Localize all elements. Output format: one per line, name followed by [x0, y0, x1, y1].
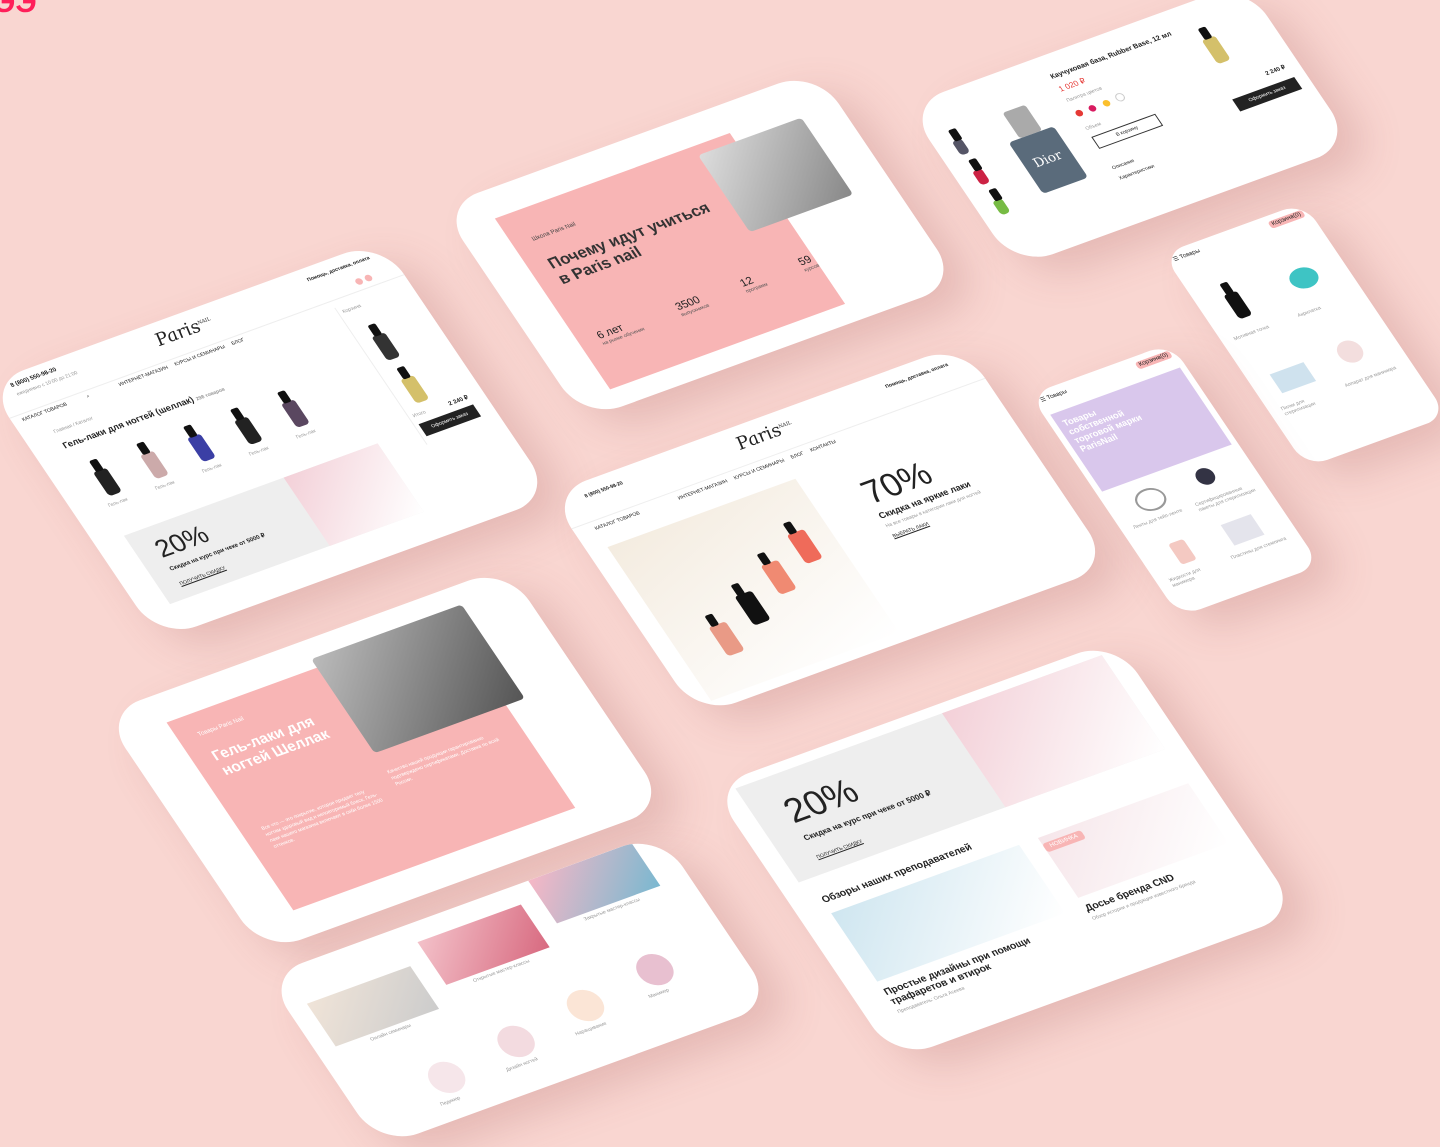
- site-logo[interactable]: ParisNAIL: [151, 312, 218, 350]
- category-design[interactable]: [490, 1021, 542, 1062]
- brand-corner-mark: ЭЭ: [0, 0, 37, 19]
- grid-label: Ленты для тейп-ленте: [1131, 507, 1184, 531]
- course-image: [417, 904, 550, 985]
- stat-years: 6 лет на рынке обучения: [594, 322, 647, 347]
- hero-bottle: [760, 559, 798, 595]
- product-label: Гель-лак: [247, 445, 271, 458]
- product-card[interactable]: [139, 450, 170, 480]
- product-label: Гель-лак: [294, 428, 318, 441]
- cart-badge[interactable]: Корзина(0): [1267, 209, 1306, 229]
- checkout-button[interactable]: Оформить заказ: [418, 404, 482, 437]
- course-card[interactable]: Открытые мастер-классы: [417, 904, 562, 1002]
- category-pedicure[interactable]: [420, 1057, 473, 1098]
- swatch[interactable]: [1101, 99, 1112, 108]
- nav-item-blog[interactable]: БЛОГ: [230, 337, 246, 347]
- screen-why: Школа Paris Nail Почему идут учиться в P…: [440, 69, 960, 421]
- cart-total: 2 240 ₽: [1264, 64, 1288, 77]
- grid-label: Акрилатка: [1296, 305, 1323, 319]
- header-phone[interactable]: 8 (800) 550-98-20: [583, 480, 624, 499]
- cart-item[interactable]: [1201, 35, 1231, 65]
- product-card[interactable]: [280, 399, 311, 429]
- blog-promo-link[interactable]: ПОЛУЧИТЬ СКИДКУ: [815, 839, 864, 861]
- hero-bottle: [708, 621, 745, 657]
- product-card[interactable]: [186, 433, 217, 463]
- grid-label: Сертифицированные пакеты для стерилизаци…: [1193, 485, 1258, 514]
- new-badge: НОВИНКА: [1041, 829, 1087, 853]
- category-extension[interactable]: [559, 985, 612, 1026]
- cart-panel: Корзина Итого 2 240 ₽ Оформить заказ: [334, 285, 490, 445]
- why-eyebrow: Школа Paris Nail: [530, 221, 578, 243]
- thumb[interactable]: [972, 168, 991, 186]
- checkout-button[interactable]: Оформить заказ: [1232, 76, 1303, 112]
- swatch[interactable]: [1113, 91, 1128, 103]
- cart-total-label: Итого: [411, 409, 428, 420]
- why-title: Почему идут учиться в Paris nail: [544, 199, 714, 288]
- grid-item[interactable]: [1284, 263, 1324, 293]
- category-manicure[interactable]: [629, 949, 681, 990]
- swatch[interactable]: [1087, 104, 1099, 113]
- category-label: Наращивание: [574, 1020, 609, 1038]
- shellac-text-1: Все что — это покрытие, которое придает …: [260, 789, 385, 850]
- mobile-grid: Мотивная точка Акрилатка Пилки для стери…: [1193, 239, 1435, 457]
- stat-courses: 59 курсов: [795, 253, 821, 274]
- promo-image: [283, 443, 424, 546]
- grid-label: Аппарат для маникюра: [1343, 365, 1398, 389]
- product-card[interactable]: [233, 416, 264, 446]
- cart-item[interactable]: [400, 375, 430, 404]
- stats: 6 лет на рынке обучения 3500 выпускников 1…: [594, 253, 821, 347]
- grid-label: Мотивная точка: [1232, 324, 1271, 343]
- cart-badge[interactable]: Корзина(0): [1134, 350, 1173, 370]
- nav-item-blog[interactable]: БЛОГ: [790, 451, 806, 461]
- category-label: Дизайн ногтей: [504, 1056, 540, 1074]
- hero-bottle: [786, 528, 824, 565]
- search-icon[interactable]: ⌕: [85, 393, 91, 399]
- shellac-title: Гель-лаки для ногтей Шеллак: [208, 713, 334, 779]
- cart-total: 2 240 ₽: [447, 395, 471, 408]
- product-label: Гель-лак: [200, 462, 224, 475]
- category-label: Педикюр: [439, 1095, 462, 1108]
- category-label: Маникюр: [647, 987, 671, 1000]
- swatch[interactable]: [1073, 108, 1085, 118]
- thumb[interactable]: [992, 198, 1011, 216]
- thumb[interactable]: [951, 138, 971, 156]
- shellac-eyebrow: Товары Paris Nail: [196, 716, 246, 738]
- grid-item[interactable]: [1269, 362, 1317, 394]
- screen-blog: 20% Скидка на курс при чеке от 5000 ₽ ПО…: [710, 639, 1300, 1061]
- promo-link[interactable]: ПОЛУЧИТЬ СКИДКУ: [178, 565, 227, 587]
- blog-promo-image: [942, 655, 1166, 808]
- grid-item[interactable]: [1331, 337, 1369, 366]
- site-logo[interactable]: ParisNAIL: [731, 416, 798, 454]
- course-image: [528, 842, 661, 924]
- cart-icon[interactable]: [350, 268, 379, 290]
- stat-graduates: 3500 выпускников: [673, 294, 711, 319]
- grid-item[interactable]: [1223, 290, 1253, 320]
- stat-programs: 12 программ: [737, 274, 770, 295]
- hero-bottle: [734, 590, 772, 626]
- product-label: Гель-лак: [106, 496, 130, 509]
- hero-text: 70% Скидка на яркие лаки На все товары в…: [854, 431, 1026, 539]
- grid-label: Пилки для стерилизации: [1279, 398, 1318, 418]
- header-delivery[interactable]: Помощь, доставка, оплата: [884, 362, 949, 390]
- course-card[interactable]: Закрытые мастер-классы: [528, 842, 672, 940]
- product-label: Гель-лак: [153, 479, 177, 492]
- grid-label: Жидкости для маникюра: [1167, 567, 1203, 589]
- menu-label[interactable]: Товары: [1046, 389, 1069, 401]
- grid-item[interactable]: [1168, 538, 1197, 565]
- menu-label[interactable]: Товары: [1179, 248, 1202, 260]
- grid-item[interactable]: [1220, 514, 1265, 546]
- cart-item[interactable]: [371, 332, 401, 362]
- product-card[interactable]: [92, 467, 123, 497]
- course-image: [306, 966, 440, 1047]
- grid-item[interactable]: [1191, 465, 1219, 488]
- grid-item[interactable]: [1129, 484, 1172, 515]
